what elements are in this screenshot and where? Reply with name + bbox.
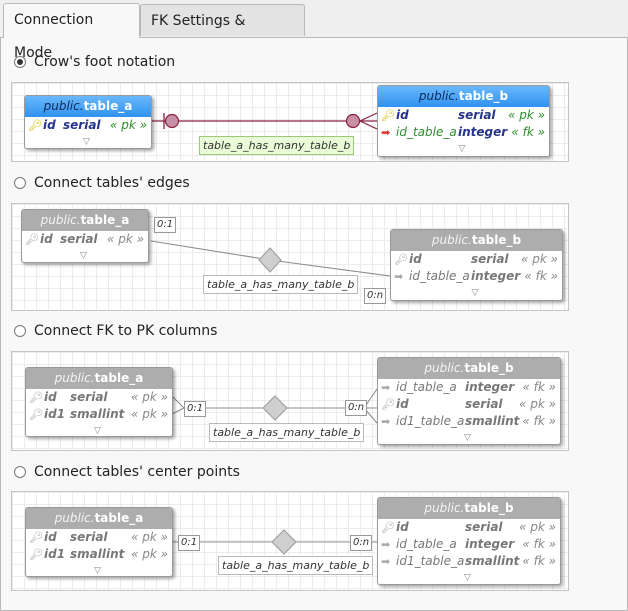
- option-label: Connect FK to PK columns: [34, 323, 218, 339]
- preview-connect-edges: public.table_a 🔑︎ id serial « pk » ▽ 0:1…: [11, 203, 569, 311]
- preview-crows-foot: public.table_a 🔑︎ id serial « pk » ▽ tab…: [11, 82, 569, 162]
- chevron-down-icon[interactable]: ▽: [464, 433, 471, 443]
- relationship-label: table_a_has_many_table_b: [218, 556, 374, 575]
- column-row: 🔑︎ id serial « pk »: [29, 530, 168, 544]
- column-row: 🔑︎ id serial « pk »: [381, 520, 556, 534]
- primary-key-icon: 🔑︎: [394, 253, 408, 266]
- column-row: 🔑︎ id serial « pk »: [381, 397, 556, 411]
- chevron-down-icon[interactable]: ▽: [472, 288, 479, 298]
- primary-key-icon: 🔑︎: [28, 119, 42, 132]
- table-b[interactable]: public.table_b 🔑︎ id serial « pk » ➡ id_…: [390, 229, 563, 301]
- column-row: ➡ id1_table_a smallint « fk »: [381, 554, 556, 568]
- table-header: public.table_b: [391, 230, 562, 251]
- table-b[interactable]: public.table_b 🔑︎ id serial « pk » ➡ id_…: [377, 85, 550, 157]
- table-a[interactable]: public.table_a 🔑︎ id serial « pk » 🔑︎ id…: [25, 367, 173, 437]
- relationship-label: table_a_has_many_table_b: [209, 423, 365, 442]
- preview-center-points: public.table_a 🔑︎ id serial « pk » 🔑︎ id…: [11, 491, 569, 591]
- option-connect-edges[interactable]: Connect tables' edges: [14, 172, 190, 194]
- foreign-key-icon: ➡: [381, 381, 391, 394]
- primary-key-icon: 🔑︎: [29, 531, 43, 544]
- column-row: 🔑︎ id serial « pk »: [25, 232, 144, 246]
- option-label: Connect tables' edges: [34, 175, 190, 191]
- radio-fk-to-pk[interactable]: [14, 325, 26, 337]
- primary-key-icon: 🔑︎: [381, 521, 395, 534]
- column-row: ➡ id_table_a integer « fk »: [381, 125, 545, 139]
- column-row: ➡ id1_table_a smallint « fk »: [381, 414, 556, 428]
- connection-mode-panel: Crow's foot notation public.table_a 🔑︎ i…: [0, 37, 628, 611]
- chevron-down-icon[interactable]: ▽: [80, 251, 87, 261]
- cardinality-b: 0:n: [350, 535, 373, 551]
- column-row: 🔑︎ id serial « pk »: [394, 252, 558, 266]
- table-header: public.table_a: [22, 210, 148, 231]
- foreign-key-icon: ➡: [381, 415, 391, 428]
- cardinality-a: 0:1: [178, 535, 201, 551]
- column-row: 🔑︎ id serial « pk »: [29, 390, 168, 404]
- option-label: Connect tables' center points: [34, 464, 240, 480]
- table-header: public.table_b: [378, 86, 549, 107]
- table-a[interactable]: public.table_a 🔑︎ id serial « pk » 🔑︎ id…: [25, 507, 173, 577]
- column-row: ➡ id_table_a integer « fk »: [394, 269, 558, 283]
- chevron-down-icon[interactable]: ▽: [83, 137, 90, 147]
- column-row: ➡ id_table_a integer « fk »: [381, 537, 556, 551]
- cardinality-b: 0:n: [345, 400, 368, 416]
- preview-fk-to-pk: public.table_a 🔑︎ id serial « pk » 🔑︎ id…: [11, 351, 569, 451]
- primary-key-icon: 🔑︎: [381, 109, 395, 122]
- tab-bar: Connection Mode FK Settings & Patterns: [0, 0, 628, 62]
- foreign-key-icon: ➡: [381, 126, 391, 139]
- column-row: 🔑︎ id1 smallint « pk »: [29, 407, 168, 421]
- option-fk-to-pk[interactable]: Connect FK to PK columns: [14, 320, 217, 342]
- cardinality-a: 0:1: [184, 401, 207, 417]
- table-a[interactable]: public.table_a 🔑︎ id serial « pk » ▽: [24, 95, 152, 149]
- table-header: public.table_b: [378, 498, 560, 519]
- column-row: 🔑︎ id serial « pk »: [28, 118, 147, 132]
- relationship-label: table_a_has_many_table_b: [203, 275, 359, 294]
- tab-fk-settings-patterns[interactable]: FK Settings & Patterns: [140, 4, 305, 62]
- table-header: public.table_a: [26, 368, 172, 389]
- radio-connect-edges[interactable]: [14, 177, 26, 189]
- table-b[interactable]: public.table_b ➡ id_table_a integer « fk…: [377, 357, 561, 445]
- option-label: Crow's foot notation: [34, 54, 176, 70]
- primary-key-icon: 🔑︎: [25, 233, 39, 246]
- chevron-down-icon[interactable]: ▽: [464, 573, 471, 583]
- foreign-key-icon: ➡: [381, 555, 391, 568]
- chevron-down-icon[interactable]: ▽: [94, 566, 101, 576]
- primary-key-icon: 🔑︎: [381, 398, 395, 411]
- table-a[interactable]: public.table_a 🔑︎ id serial « pk » ▽: [21, 209, 149, 263]
- cardinality-a: 0:1: [154, 217, 177, 233]
- primary-key-icon: 🔑︎: [29, 391, 43, 404]
- table-header: public.table_b: [378, 358, 560, 379]
- table-header: public.table_a: [25, 96, 151, 117]
- foreign-key-icon: ➡: [381, 538, 391, 551]
- primary-key-icon: 🔑︎: [29, 408, 43, 421]
- table-header: public.table_a: [26, 508, 172, 529]
- option-center-points[interactable]: Connect tables' center points: [14, 461, 240, 483]
- tab-connection-mode[interactable]: Connection Mode: [3, 3, 140, 61]
- primary-key-icon: 🔑︎: [29, 548, 43, 561]
- radio-center-points[interactable]: [14, 466, 26, 478]
- column-row: ➡ id_table_a integer « fk »: [381, 380, 556, 394]
- foreign-key-icon: ➡: [394, 270, 404, 283]
- column-row: 🔑︎ id serial « pk »: [381, 108, 545, 122]
- chevron-down-icon[interactable]: ▽: [94, 426, 101, 436]
- column-row: 🔑︎ id1 smallint « pk »: [29, 547, 168, 561]
- table-b[interactable]: public.table_b 🔑︎ id serial « pk » ➡ id_…: [377, 497, 561, 585]
- relationship-label: table_a_has_many_table_b: [199, 136, 355, 155]
- cardinality-b: 0:n: [364, 288, 387, 304]
- chevron-down-icon[interactable]: ▽: [459, 144, 466, 154]
